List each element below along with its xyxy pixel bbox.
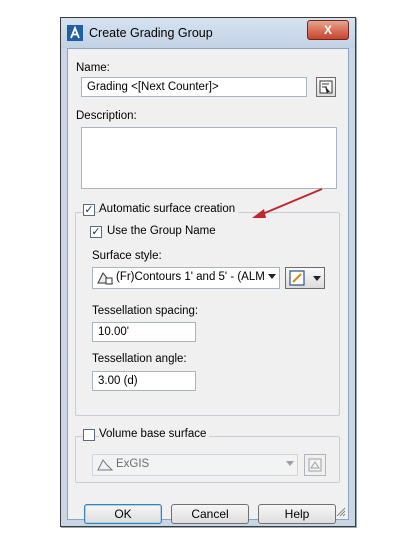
surface-icon (97, 459, 113, 471)
use-group-name-checkbox[interactable]: ✓ (90, 226, 102, 238)
name-template-button[interactable] (316, 77, 336, 97)
name-template-icon (319, 80, 333, 94)
automatic-surface-checkbox[interactable]: ✓ (83, 204, 95, 216)
surface-style-label: Surface style: (92, 250, 162, 262)
style-edit-icon (289, 270, 321, 286)
automatic-surface-label: Automatic surface creation (99, 203, 239, 215)
cancel-button[interactable]: Cancel (171, 504, 249, 524)
tessellation-angle-field[interactable]: 3.00 (d) (92, 371, 196, 391)
description-field[interactable] (81, 127, 337, 189)
volume-base-pick-button[interactable] (304, 454, 326, 476)
surface-style-value: (Fr)Contours 1' and 5' - (ALM (116, 271, 265, 283)
tessellation-angle-label: Tessellation angle: (92, 353, 187, 365)
tessellation-spacing-label: Tessellation spacing: (92, 305, 199, 317)
autocad-app-icon (67, 25, 83, 41)
description-label: Description: (76, 110, 137, 122)
help-button[interactable]: Help (258, 504, 336, 524)
volume-base-select[interactable]: ExGIS (92, 454, 298, 476)
title-bar[interactable]: Create Grading Group X (61, 18, 355, 48)
volume-base-value: ExGIS (116, 458, 150, 470)
close-button[interactable]: X (307, 20, 349, 40)
use-group-name-label: Use the Group Name (107, 225, 216, 237)
surface-style-edit-button[interactable] (285, 267, 325, 289)
chevron-down-icon (286, 461, 294, 466)
volume-base-checkbox[interactable] (83, 429, 95, 441)
window-title: Create Grading Group (89, 26, 213, 40)
surface-style-select[interactable]: (Fr)Contours 1' and 5' - (ALM (92, 267, 280, 289)
tessellation-spacing-field[interactable]: 10.00' (92, 322, 196, 342)
pick-surface-icon (308, 458, 322, 472)
ok-button[interactable]: OK (84, 504, 162, 524)
create-grading-group-dialog: Create Grading Group X Name: Grading <[N… (60, 17, 356, 527)
chevron-down-icon (268, 274, 276, 279)
dialog-body: Name: Grading <[Next Counter]> Descripti… (67, 48, 349, 524)
name-label: Name: (76, 62, 110, 74)
volume-base-label: Volume base surface (99, 428, 210, 440)
surface-style-icon (97, 272, 113, 285)
name-field[interactable]: Grading <[Next Counter]> (81, 77, 307, 97)
resize-grip-icon[interactable] (336, 507, 346, 517)
annotation-arrow-icon (252, 188, 323, 218)
